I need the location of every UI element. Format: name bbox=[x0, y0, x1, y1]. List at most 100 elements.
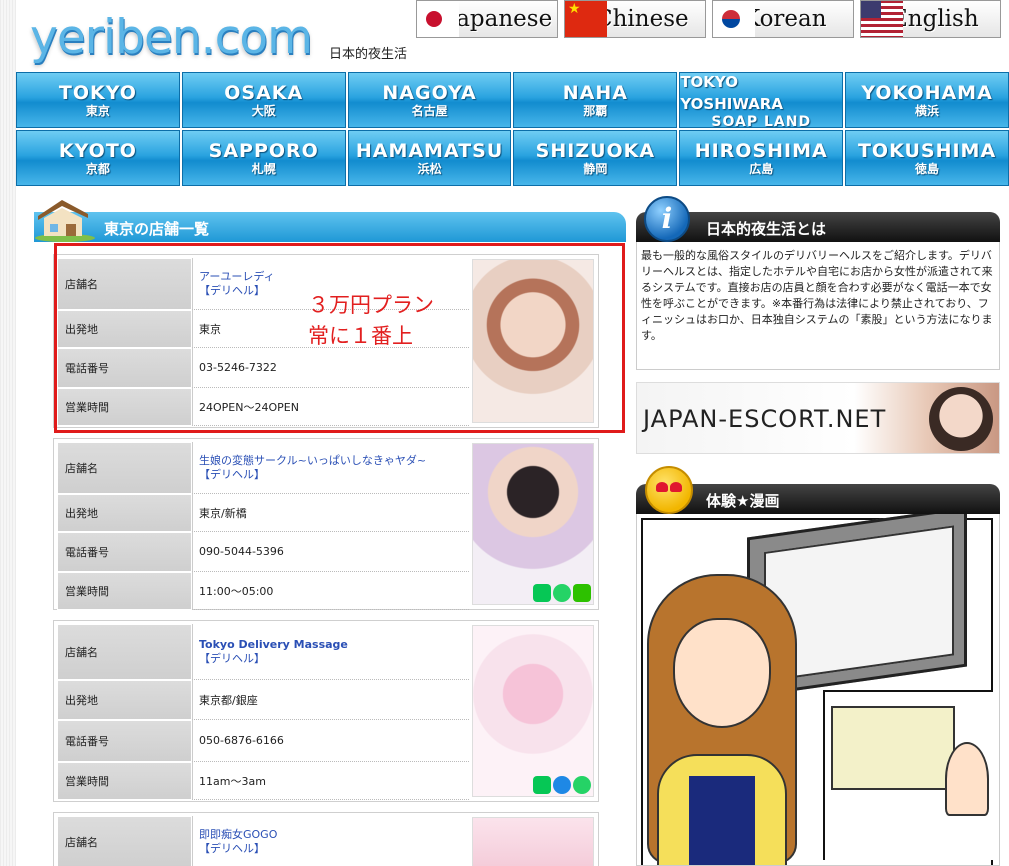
whatsapp-icon[interactable] bbox=[553, 584, 571, 602]
shop-details-table: 店舗名 即即痴女GOGO 【デリヘル】 bbox=[57, 816, 469, 866]
shop-hours-label: 営業時間 bbox=[57, 572, 192, 610]
shop-name-label: 店舗名 bbox=[57, 442, 192, 494]
nav-label: SAPPORO bbox=[208, 140, 319, 162]
nav-sublabel: 名古屋 bbox=[411, 104, 448, 118]
nav-label: TOKYO bbox=[58, 82, 137, 104]
usa-flag-icon bbox=[861, 1, 903, 37]
nav-label: KYOTO bbox=[58, 140, 137, 162]
lang-korean-button[interactable]: Korean bbox=[712, 0, 854, 38]
nav-sublabel: 静岡 bbox=[583, 162, 608, 176]
shop-hours: 11:00～05:00 bbox=[192, 572, 469, 610]
plan-annotation: ３万円プラン 常に１番上 bbox=[308, 290, 468, 352]
nav-kyoto[interactable]: KYOTO 京都 bbox=[16, 130, 180, 186]
nav-label: TOKYO YOSHIWARA bbox=[680, 73, 783, 113]
site-logo[interactable]: yeriben.com bbox=[30, 10, 313, 65]
shop-name-label: 店舗名 bbox=[57, 624, 192, 680]
plan-annotation-line: 常に１番上 bbox=[308, 324, 413, 348]
shop-origin-label: 出発地 bbox=[57, 494, 192, 532]
china-flag-icon: ★ bbox=[565, 1, 607, 37]
messenger-icon[interactable] bbox=[553, 776, 571, 794]
nav-label: TOKUSHIMA bbox=[857, 140, 997, 162]
manga-image[interactable] bbox=[636, 514, 1000, 866]
shop-card: 店舗名 Tokyo Delivery Massage 【デリヘル】 出発地 東京都/銀… bbox=[53, 620, 599, 802]
nav-sublabel: 広島 bbox=[749, 162, 774, 176]
about-header: 日本的夜生活とは bbox=[636, 212, 1000, 242]
shop-name-link[interactable]: 即即痴女GOGO bbox=[199, 828, 469, 842]
city-nav-row: KYOTO 京都 SAPPORO 札幌 HAMAMATSU 浜松 SHIZUOKA 静岡… bbox=[16, 130, 1009, 188]
shop-phone-label: 電話番号 bbox=[57, 532, 192, 572]
nav-yokohama[interactable]: YOKOHAMA 横浜 bbox=[845, 72, 1009, 128]
shop-origin: 東京/新橋 bbox=[192, 494, 469, 532]
nav-tokyo[interactable]: TOKYO 東京 bbox=[16, 72, 180, 128]
manga-side-panel bbox=[823, 690, 993, 860]
shop-type[interactable]: 【デリヘル】 bbox=[199, 468, 469, 482]
girl-shirt-illustration bbox=[689, 776, 755, 865]
nav-sublabel: 京都 bbox=[85, 162, 110, 176]
sns-icons bbox=[533, 776, 591, 794]
nav-sublabel: 札幌 bbox=[251, 162, 276, 176]
sns-icons bbox=[533, 584, 591, 602]
nav-sublabel: SOAP LAND bbox=[711, 114, 812, 130]
nav-nagoya[interactable]: NAGOYA 名古屋 bbox=[347, 72, 512, 128]
shop-card: 店舗名 生娘の変態サークル~いっぱいしなきゃヤダ~ 【デリヘル】 出発地 東京/新橋 … bbox=[53, 438, 599, 610]
plan-annotation-line: ３万円プラン bbox=[308, 293, 434, 317]
nav-label: HIROSHIMA bbox=[694, 140, 828, 162]
shop-photo[interactable] bbox=[472, 443, 594, 605]
wechat-icon[interactable] bbox=[573, 584, 591, 602]
nav-osaka[interactable]: OSAKA 大阪 bbox=[181, 72, 346, 128]
nav-naha[interactable]: NAHA 那覇 bbox=[513, 72, 678, 128]
shop-details-table: 店舗名 Tokyo Delivery Massage 【デリヘル】 出発地 東京都/銀… bbox=[57, 624, 469, 800]
nav-label: SHIZUOKA bbox=[535, 140, 656, 162]
nav-sapporo[interactable]: SAPPORO 札幌 bbox=[181, 130, 346, 186]
shop-phone-label: 電話番号 bbox=[57, 720, 192, 762]
shop-type[interactable]: 【デリヘル】 bbox=[199, 652, 469, 666]
heart-eyes-emoji-icon bbox=[645, 466, 693, 514]
nav-label: NAHA bbox=[562, 82, 628, 104]
lang-japanese-button[interactable]: Japanese bbox=[416, 0, 558, 38]
whatsapp-icon[interactable] bbox=[573, 776, 591, 794]
nav-label: YOKOHAMA bbox=[861, 82, 993, 104]
shop-photo[interactable] bbox=[472, 625, 594, 797]
shop-name-cell: Tokyo Delivery Massage 【デリヘル】 bbox=[192, 624, 469, 680]
shop-name-cell: 生娘の変態サークル~いっぱいしなきゃヤダ~ 【デリヘル】 bbox=[192, 442, 469, 494]
nav-sublabel: 大阪 bbox=[251, 104, 276, 118]
shop-photo[interactable] bbox=[472, 817, 594, 866]
shop-hours-label: 営業時間 bbox=[57, 762, 192, 800]
shop-phone: 090-5044-5396 bbox=[192, 532, 469, 572]
nav-tokushima[interactable]: TOKUSHIMA 徳島 bbox=[845, 130, 1009, 186]
shop-card: 店舗名 即即痴女GOGO 【デリヘル】 bbox=[53, 812, 599, 866]
nav-sublabel: 那覇 bbox=[583, 104, 608, 118]
nav-hamamatsu[interactable]: HAMAMATSU 浜松 bbox=[347, 130, 512, 186]
japan-flag-icon bbox=[417, 1, 459, 37]
nav-sublabel: 東京 bbox=[85, 104, 110, 118]
shop-name-link[interactable]: Tokyo Delivery Massage bbox=[199, 638, 469, 652]
about-title: 日本的夜生活とは bbox=[706, 220, 827, 238]
site-tagline: 日本的夜生活 bbox=[329, 47, 408, 62]
japan-escort-banner[interactable]: JAPAN-ESCORT.NET bbox=[636, 382, 1000, 454]
info-icon: i bbox=[644, 196, 690, 242]
girl-face-illustration bbox=[673, 618, 771, 728]
manga-title: 体験★漫画 bbox=[706, 492, 780, 510]
nav-tokyo-yoshiwara[interactable]: TOKYO YOSHIWARA SOAP LAND bbox=[679, 72, 844, 130]
shop-type[interactable]: 【デリヘル】 bbox=[199, 842, 469, 856]
lang-label: Japanese bbox=[447, 6, 553, 32]
nav-sublabel: 徳島 bbox=[915, 162, 940, 176]
city-nav: TOKYO 東京 OSAKA 大阪 NAGOYA 名古屋 NAHA 那覇 TOKYO Y… bbox=[16, 72, 1009, 188]
line-icon[interactable] bbox=[533, 776, 551, 794]
korea-flag-icon bbox=[713, 1, 755, 37]
shop-name-link[interactable]: 生娘の変態サークル~いっぱいしなきゃヤダ~ bbox=[199, 454, 469, 468]
lang-label: Chinese bbox=[595, 6, 689, 32]
shop-hours: 11am～3am bbox=[192, 762, 469, 800]
lang-english-button[interactable]: English bbox=[860, 0, 1001, 38]
shop-origin-label: 出発地 bbox=[57, 680, 192, 720]
nav-label: HAMAMATSU bbox=[355, 140, 504, 162]
banner-photo bbox=[929, 387, 993, 451]
nav-hiroshima[interactable]: HIROSHIMA 広島 bbox=[679, 130, 844, 186]
line-icon[interactable] bbox=[533, 584, 551, 602]
shop-name-cell: 即即痴女GOGO 【デリヘル】 bbox=[192, 816, 469, 866]
page: yeriben.com 日本的夜生活 Japanese ★ Chinese Ko… bbox=[16, 0, 1009, 866]
shop-name-label: 店舗名 bbox=[57, 816, 192, 866]
lang-chinese-button[interactable]: ★ Chinese bbox=[564, 0, 706, 38]
nav-shizuoka[interactable]: SHIZUOKA 静岡 bbox=[513, 130, 678, 186]
house-icon bbox=[35, 200, 95, 242]
